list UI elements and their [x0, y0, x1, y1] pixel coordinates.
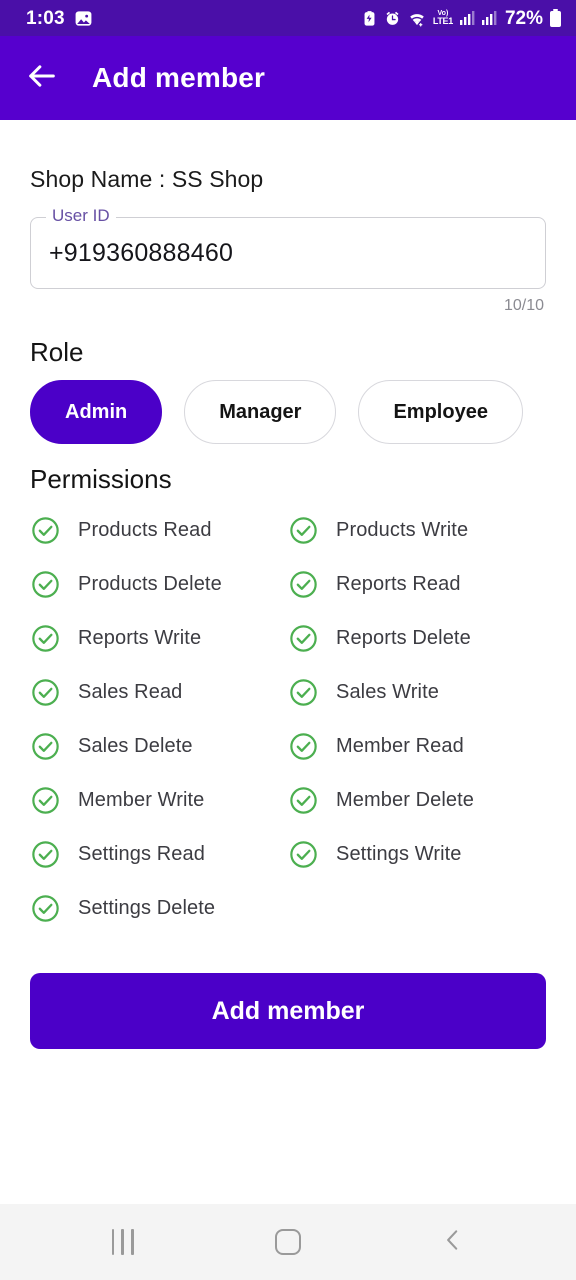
permission-label: Settings Write [336, 842, 462, 865]
role-chip-employee-label: Employee [393, 400, 488, 423]
status-bar-left: 1:03 [26, 9, 93, 28]
permission-label: Products Delete [78, 572, 222, 595]
check-circle-icon [288, 623, 319, 654]
role-chip-admin-label: Admin [65, 400, 128, 423]
permission-label: Reports Write [78, 626, 202, 649]
check-circle-icon [30, 569, 61, 600]
permission-item[interactable]: Member Delete [288, 773, 546, 827]
role-chip-employee[interactable]: Employee [358, 380, 523, 444]
check-circle-icon [30, 731, 61, 762]
back-button[interactable] [22, 58, 62, 98]
check-circle-icon [30, 515, 61, 546]
page-title: Add member [92, 62, 266, 93]
permission-item[interactable]: Reports Delete [288, 611, 546, 665]
battery-saver-icon [361, 10, 378, 27]
role-chip-group: Admin Manager Employee [30, 380, 546, 444]
user-id-field-wrapper: User ID +919360888460 10/10 [30, 207, 546, 315]
phone-screen: 1:03 Vo) LTE1 72% Add member Shop Name:… [0, 0, 576, 1280]
role-chip-manager[interactable]: Manager [184, 380, 337, 444]
permission-item[interactable]: Settings Read [30, 827, 288, 881]
permission-item[interactable]: Settings Write [288, 827, 546, 881]
battery-percent-label: 72% [504, 7, 543, 29]
permission-item[interactable]: Sales Read [30, 665, 288, 719]
permissions-grid: Products Read Products Write Products Dele… [30, 503, 546, 935]
status-bar: 1:03 Vo) LTE1 72% [0, 0, 576, 36]
permission-item[interactable]: Member Write [30, 773, 288, 827]
role-section-title: Role [30, 337, 84, 367]
check-circle-icon [288, 785, 319, 816]
user-id-counter: 10/10 [503, 297, 544, 314]
role-chip-manager-label: Manager [219, 400, 302, 423]
check-circle-icon [288, 677, 319, 708]
permission-label: Member Delete [336, 788, 475, 811]
main-content: Shop Name : SS Shop User ID +91936088846… [0, 120, 576, 1204]
permission-item[interactable]: Sales Write [288, 665, 546, 719]
permission-item[interactable]: Reports Read [288, 557, 546, 611]
system-navigation-bar [0, 1204, 576, 1280]
user-id-label: User ID [46, 207, 116, 224]
photo-notification-icon [74, 9, 93, 28]
user-id-input[interactable]: User ID +919360888460 [30, 207, 546, 289]
check-circle-icon [288, 569, 319, 600]
permission-item[interactable]: Products Read [30, 503, 288, 557]
check-circle-icon [30, 677, 61, 708]
recents-icon [111, 1229, 134, 1255]
app-bar: Add member [0, 36, 576, 120]
check-circle-icon [30, 839, 61, 870]
shop-name-label: Shop Name : SS Shop [30, 166, 264, 192]
permission-label: Reports Delete [336, 626, 471, 649]
permission-item[interactable]: Settings Delete [30, 881, 288, 935]
permission-item[interactable]: Products Delete [30, 557, 288, 611]
recents-button[interactable] [88, 1216, 158, 1268]
status-bar-right: Vo) LTE1 72% [361, 7, 562, 29]
check-circle-icon [288, 515, 319, 546]
permission-label: Sales Write [336, 680, 439, 703]
wifi-icon [407, 10, 427, 27]
permission-label: Settings Delete [78, 896, 216, 919]
check-circle-icon [30, 893, 61, 924]
add-member-button[interactable]: Add member [30, 973, 546, 1049]
volte-label-bottom: LTE1 [432, 16, 453, 26]
alarm-icon [384, 10, 401, 27]
user-id-value: +919360888460 [49, 238, 234, 267]
permission-item[interactable]: Products Write [288, 503, 546, 557]
permission-label: Sales Read [78, 680, 183, 703]
permission-item[interactable]: Sales Delete [30, 719, 288, 773]
status-bar-clock: 1:03 [26, 7, 65, 29]
permission-item[interactable]: Reports Write [30, 611, 288, 665]
signal-sim2-icon [481, 10, 497, 26]
permission-label: Reports Read [336, 572, 461, 595]
permission-label: Sales Delete [78, 734, 193, 757]
permission-label: Products Read [78, 518, 212, 541]
signal-sim1-icon [459, 10, 475, 26]
home-icon [274, 1229, 301, 1255]
role-chip-admin[interactable]: Admin [30, 380, 163, 444]
permission-label: Products Write [336, 518, 469, 541]
permission-label: Member Write [78, 788, 205, 811]
permission-item[interactable]: Member Read [288, 719, 546, 773]
check-circle-icon [288, 839, 319, 870]
check-circle-icon [288, 731, 319, 762]
system-back-button[interactable] [418, 1216, 488, 1268]
permission-label: Settings Read [78, 842, 205, 865]
check-circle-icon [30, 623, 61, 654]
permission-label: Member Read [336, 734, 464, 757]
home-button[interactable] [253, 1216, 323, 1268]
chevron-left-icon [440, 1227, 466, 1258]
permissions-section-title: Permissions [30, 464, 172, 494]
volte-icon: Vo) LTE1 [433, 10, 453, 26]
check-circle-icon [30, 785, 61, 816]
arrow-left-icon [25, 59, 59, 98]
battery-icon [549, 8, 562, 28]
